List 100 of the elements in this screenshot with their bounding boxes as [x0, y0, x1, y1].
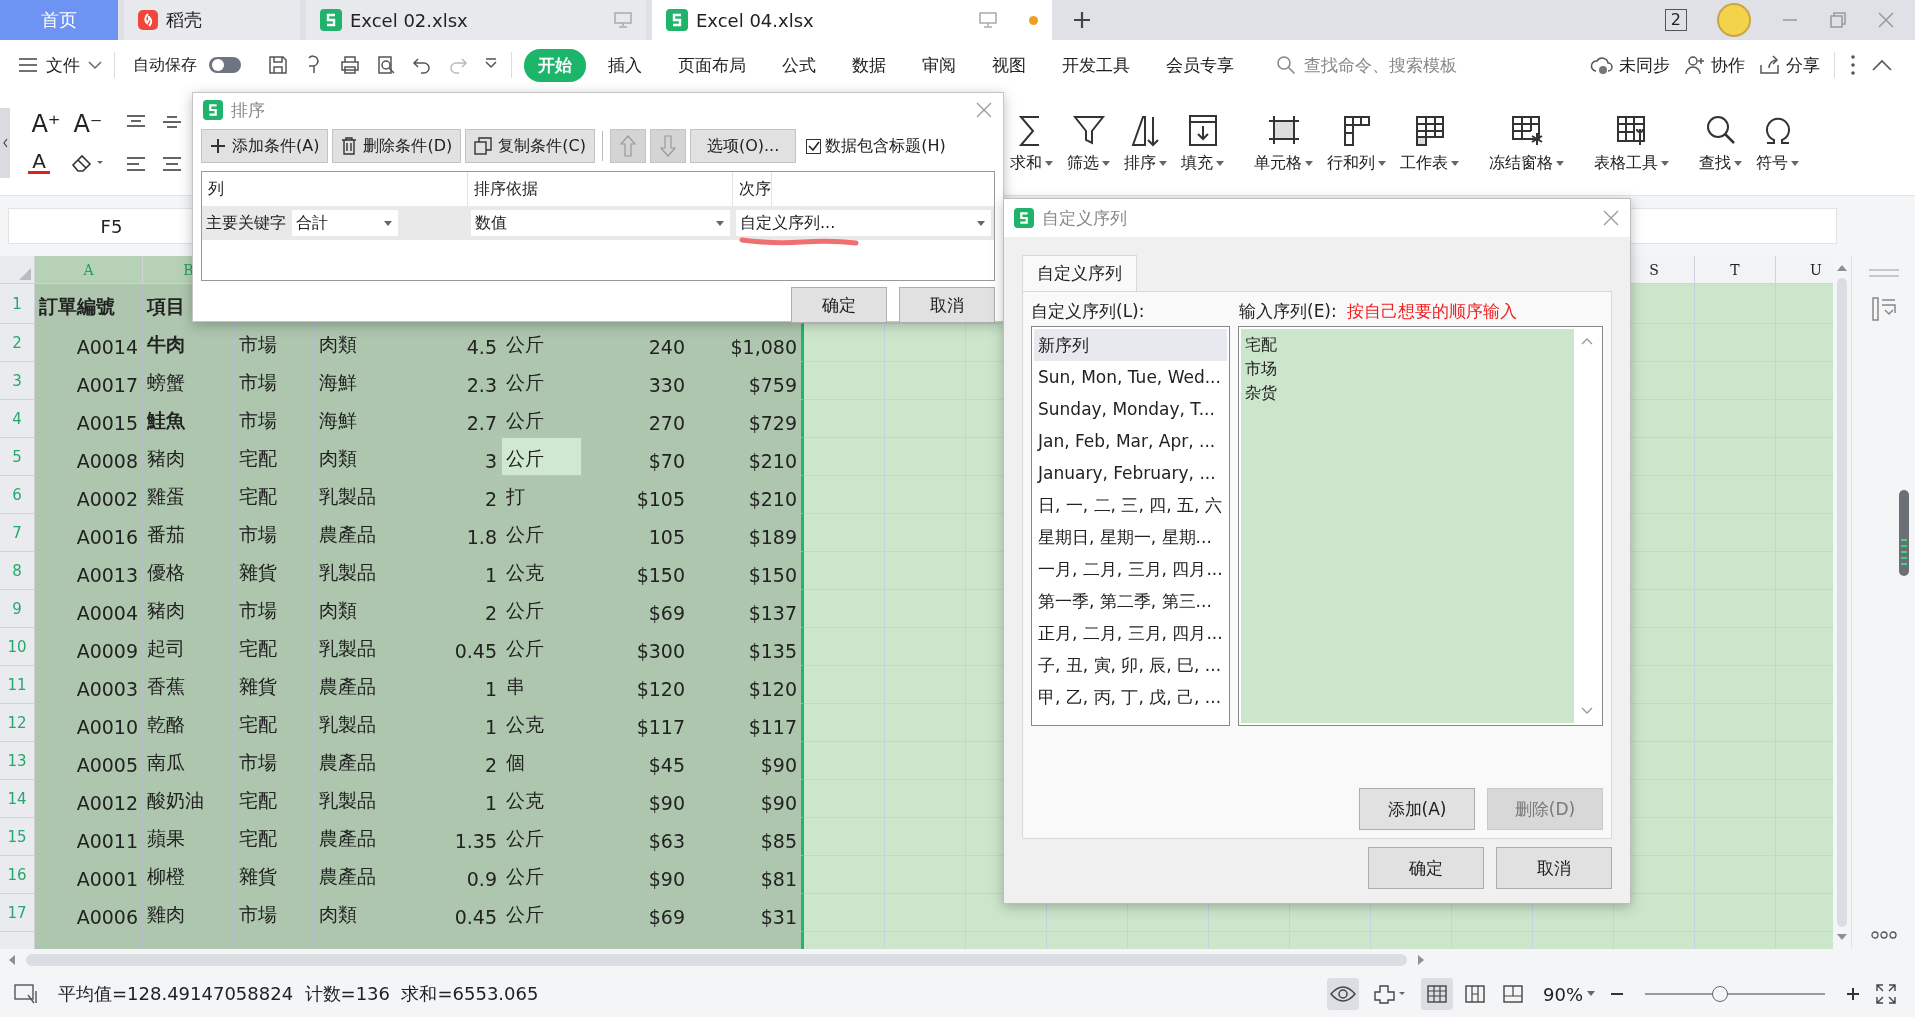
add-button[interactable]: 添加(A): [1359, 788, 1475, 830]
table-cell: 乳製品: [315, 628, 402, 666]
list-item[interactable]: Jan, Feb, Mar, Apr, ...: [1034, 425, 1227, 457]
list-item[interactable]: 星期日, 星期一, 星期...: [1034, 521, 1227, 553]
header-checkbox[interactable]: [806, 138, 822, 154]
more-vertical-icon[interactable]: [1849, 54, 1857, 76]
ribbon-button[interactable]: 填充: [1176, 111, 1229, 174]
zoom-in-icon[interactable]: [1845, 986, 1861, 1002]
toolbar-button[interactable]: 复制条件(C): [465, 129, 595, 163]
table-cell: 農產品: [315, 742, 402, 780]
list-item[interactable]: 一月, 二月, 三月, 四月...: [1034, 553, 1227, 585]
ribbon-tab[interactable]: 页面布局: [664, 48, 760, 82]
copy-icon: [474, 137, 493, 155]
ribbon-button[interactable]: 求和: [1005, 111, 1058, 174]
cancel-button[interactable]: 取消: [899, 287, 995, 323]
ribbon-button[interactable]: 表格工具: [1589, 111, 1674, 174]
list-item[interactable]: Sun, Mon, Tue, Wed...: [1034, 361, 1227, 393]
close-icon[interactable]: [1877, 11, 1895, 29]
scroll-up-icon[interactable]: [1837, 264, 1847, 272]
ribbon-tab[interactable]: 数据: [838, 48, 900, 82]
spreadsheet-logo-icon: [203, 100, 223, 120]
swap-icon[interactable]: [1870, 296, 1897, 322]
toolbar-action[interactable]: 未同步: [1590, 53, 1670, 77]
dialog-tab[interactable]: 自定义序列: [1022, 255, 1137, 291]
list-item[interactable]: 子, 丑, 寅, 卯, 辰, 巳, ...: [1034, 649, 1227, 681]
ok-button[interactable]: 确定: [791, 287, 887, 323]
print-preview-icon[interactable]: [375, 54, 397, 76]
ribbon-tab[interactable]: 会员专享: [1152, 48, 1248, 82]
sequence-field[interactable]: 宅配 市场 杂货: [1241, 329, 1574, 723]
column-header[interactable]: T: [1695, 256, 1776, 284]
toolbar-action[interactable]: 分享: [1759, 53, 1820, 77]
panel-handle-icon[interactable]: [1868, 268, 1899, 278]
column-dropdown[interactable]: 合計: [292, 210, 398, 236]
table-cell: 公斤: [502, 894, 582, 932]
ribbon-tab[interactable]: 开发工具: [1048, 48, 1144, 82]
autosave-toggle[interactable]: [209, 57, 241, 73]
view-button[interactable]: [1421, 978, 1453, 1010]
list-item[interactable]: 新序列: [1034, 329, 1227, 361]
table-cell: 起司: [143, 628, 235, 666]
ribbon-tab[interactable]: 公式: [768, 48, 830, 82]
print-icon[interactable]: [339, 54, 361, 76]
list-item[interactable]: 日, 一, 二, 三, 四, 五, 六: [1034, 489, 1227, 521]
increase-font-button[interactable]: A⁺: [28, 111, 64, 137]
toolbar-button[interactable]: 删除条件(D): [332, 129, 462, 163]
scroll-left-icon[interactable]: [8, 955, 16, 965]
table-cell: 宅配: [235, 704, 315, 742]
ribbon-button[interactable]: 行和列: [1322, 111, 1391, 174]
zoom-menu[interactable]: 90%: [1543, 983, 1595, 1005]
list-item[interactable]: Sunday, Monday, T...: [1034, 393, 1227, 425]
horizontal-scrollbar[interactable]: [26, 954, 1407, 966]
decrease-font-button[interactable]: A⁻: [70, 111, 106, 137]
table-cell: 0.9: [402, 856, 502, 894]
window-count-badge[interactable]: 2: [1664, 9, 1687, 31]
column-header[interactable]: U: [1776, 256, 1833, 284]
list-item[interactable]: 第一季, 第二季, 第三...: [1034, 585, 1227, 617]
more-icon[interactable]: [1870, 931, 1897, 939]
ok-button[interactable]: 确定: [1368, 847, 1484, 889]
list-item[interactable]: January, February, ...: [1034, 457, 1227, 489]
order-dropdown[interactable]: 自定义序列...: [736, 210, 991, 236]
fullscreen-icon[interactable]: [1875, 983, 1897, 1005]
ribbon-button[interactable]: 查找: [1694, 111, 1747, 174]
list-item[interactable]: 正月, 二月, 三月, 四月...: [1034, 617, 1227, 649]
ribbon-tab[interactable]: 插入: [594, 48, 656, 82]
toolbar-action[interactable]: 协作: [1684, 53, 1745, 77]
cancel-button[interactable]: 取消: [1496, 847, 1612, 889]
document-tab[interactable]: Excel 04.xlsx: [652, 0, 1052, 40]
scroll-right-icon[interactable]: [1417, 955, 1425, 965]
chevron-up-icon[interactable]: [1581, 337, 1593, 345]
table-cell: 0.45: [402, 894, 502, 932]
ribbon-button[interactable]: 符号: [1751, 111, 1804, 174]
font-color-button[interactable]: A: [28, 151, 50, 174]
command-search-field[interactable]: 查找命令、搜索模板: [1276, 54, 1496, 76]
sort-basis-dropdown[interactable]: 数值: [471, 210, 730, 236]
table-cell: 市場: [235, 362, 315, 400]
close-icon[interactable]: [975, 101, 993, 119]
scroll-down-icon[interactable]: [1837, 933, 1847, 941]
ribbon-tab[interactable]: 审阅: [908, 48, 970, 82]
ribbon-button[interactable]: 冻结窗格: [1484, 111, 1569, 174]
document-tab[interactable]: 稻壳: [124, 0, 300, 40]
ribbon-button[interactable]: 排序: [1119, 111, 1172, 174]
options-button[interactable]: 选项(O)...: [689, 129, 797, 163]
add-icon[interactable]: [1072, 10, 1092, 30]
eye-protection-button[interactable]: [1327, 978, 1359, 1010]
spreadsheet-logo-icon: [1014, 208, 1034, 228]
ribbon-button[interactable]: 单元格: [1249, 111, 1318, 174]
macro-icon[interactable]: [14, 983, 40, 1005]
layout-icon: [1502, 984, 1524, 1004]
save-icon[interactable]: [267, 54, 289, 76]
toolbar-button[interactable]: 添加条件(A): [201, 129, 329, 163]
close-icon[interactable]: [1602, 209, 1620, 227]
autosave-label: 自动保存: [133, 54, 197, 76]
ribbon-tab[interactable]: 视图: [978, 48, 1040, 82]
crosshair-icon[interactable]: [1373, 983, 1407, 1005]
document-tab[interactable]: Excel 02.xlsx: [306, 0, 646, 40]
list-item[interactable]: 甲, 乙, 丙, 丁, 戊, 己, ...: [1034, 681, 1227, 713]
file-menu[interactable]: 文件: [18, 53, 102, 77]
ribbon-button[interactable]: 筛选: [1062, 111, 1115, 174]
ribbon-button[interactable]: 工作表: [1395, 111, 1464, 174]
collapse-icon[interactable]: [1871, 58, 1893, 72]
restore-icon[interactable]: [1829, 11, 1847, 29]
